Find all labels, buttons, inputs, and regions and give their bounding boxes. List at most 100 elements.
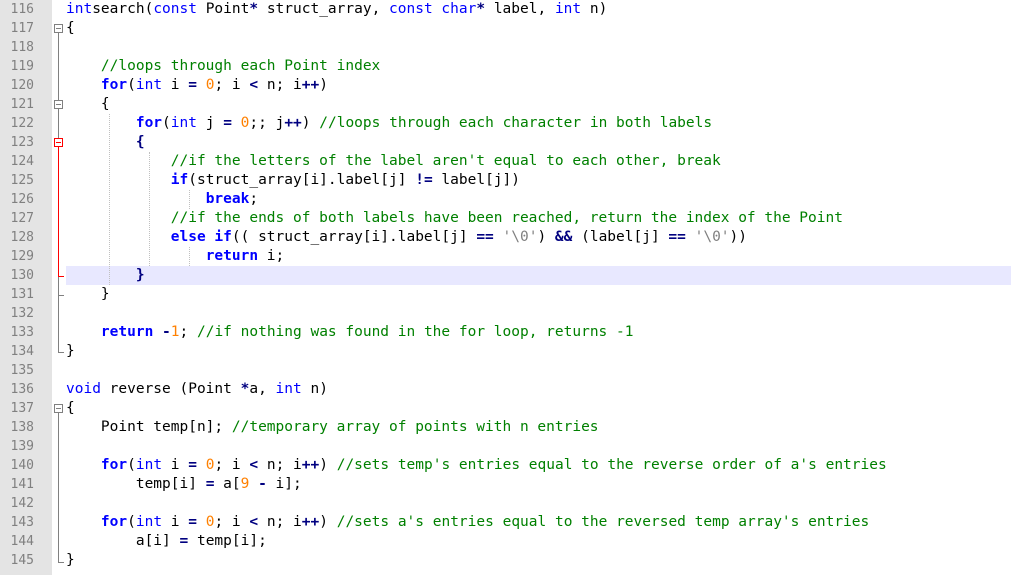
code-text[interactable]: {	[66, 399, 1011, 418]
indent-guide	[189, 247, 190, 266]
code-text[interactable]	[66, 38, 1011, 57]
code-line[interactable]: 125 if(struct_array[i].label[j] != label…	[0, 171, 1011, 190]
code-line[interactable]: 123 {	[0, 133, 1011, 152]
code-text[interactable]	[66, 494, 1011, 513]
fold-collapse-icon-active[interactable]	[54, 138, 63, 147]
code-line[interactable]: 129 return i;	[0, 247, 1011, 266]
code-line[interactable]: 131 }	[0, 285, 1011, 304]
code-text[interactable]: return i;	[66, 247, 1011, 266]
code-text[interactable]: a[i] = temp[i];	[66, 532, 1011, 551]
code-line[interactable]: 130 }	[0, 266, 1011, 285]
indent-guide	[149, 152, 150, 266]
code-text[interactable]: intsearch(const Point* struct_array, con…	[66, 0, 1011, 19]
code-text[interactable]	[66, 304, 1011, 323]
code-token: for	[100, 77, 128, 93]
code-text[interactable]: //loops through each Point index	[66, 57, 1011, 76]
code-text[interactable]	[66, 361, 1011, 380]
code-token: -	[162, 324, 171, 340]
code-line[interactable]: 143 for(int i = 0; i < n; i++) //sets a'…	[0, 513, 1011, 532]
code-line[interactable]: 116 intsearch(const Point* struct_array, …	[0, 0, 1011, 19]
code-line[interactable]: 145}	[0, 551, 1011, 570]
code-line[interactable]: 140 for(int i = 0; i < n; i++) //sets te…	[0, 456, 1011, 475]
code-line[interactable]: 119 //loops through each Point index	[0, 57, 1011, 76]
code-text[interactable]: for(int i = 0; i < n; i++) //sets temp's…	[66, 456, 1011, 475]
code-line[interactable]: 139	[0, 437, 1011, 456]
code-line[interactable]: 118	[0, 38, 1011, 57]
code-line[interactable]: 132	[0, 304, 1011, 323]
code-token: *	[249, 1, 259, 17]
code-token: //loops through each character in both l…	[319, 115, 713, 131]
code-token: =	[223, 115, 232, 131]
code-token: 1	[170, 324, 180, 340]
code-line[interactable]: 133 return -1; //if nothing was found in…	[0, 323, 1011, 342]
code-text[interactable]: //if the ends of both labels have been r…	[66, 209, 1011, 228]
code-line[interactable]: 134}	[0, 342, 1011, 361]
code-token: =	[188, 514, 197, 530]
code-token: ))	[729, 229, 747, 245]
code-text[interactable]: if(struct_array[i].label[j] != label[j])	[66, 171, 1011, 190]
code-text[interactable]: for(int i = 0; i < n; i++)	[66, 76, 1011, 95]
code-token: =	[179, 533, 189, 549]
line-number: 130	[10, 268, 34, 283]
line-number: 135	[10, 363, 34, 378]
code-text[interactable]: //if the letters of the label aren't equ…	[66, 152, 1011, 171]
code-token: label,	[485, 1, 555, 17]
code-line[interactable]: 138 Point temp[n]; //temporary array of …	[0, 418, 1011, 437]
code-text[interactable]: void reverse (Point *a, int n)	[66, 380, 1011, 399]
code-line[interactable]: 136 void reverse (Point *a, int n)	[0, 380, 1011, 399]
code-token: i];	[266, 476, 302, 492]
code-text[interactable]: }	[66, 551, 1011, 570]
code-line[interactable]: 121 {	[0, 95, 1011, 114]
code-text[interactable]: temp[i] = a[9 - i];	[66, 475, 1011, 494]
code-line[interactable]: 124 //if the letters of the label aren't…	[0, 152, 1011, 171]
code-token: ++	[284, 115, 302, 131]
code-line[interactable]: 141 temp[i] = a[9 - i];	[0, 475, 1011, 494]
code-line[interactable]: 142	[0, 494, 1011, 513]
code-token: (	[127, 457, 136, 473]
code-line[interactable]: 126 break;	[0, 190, 1011, 209]
code-token: int	[135, 457, 163, 473]
code-text[interactable]: for(int i = 0; i < n; i++) //sets a's en…	[66, 513, 1011, 532]
code-token: {	[66, 20, 75, 36]
line-number: 116	[10, 2, 34, 17]
fold-collapse-icon[interactable]	[54, 24, 63, 33]
code-line[interactable]: 137 {	[0, 399, 1011, 418]
code-token: ==	[668, 229, 686, 245]
code-text[interactable]: }	[66, 266, 1011, 285]
line-number: 124	[10, 154, 34, 169]
code-line[interactable]: 117 {	[0, 19, 1011, 38]
code-token: int	[170, 115, 197, 131]
code-line[interactable]: 128 else if(( struct_array[i].label[j] =…	[0, 228, 1011, 247]
code-text[interactable]: for(int j = 0;; j++) //loops through eac…	[66, 114, 1011, 133]
code-text[interactable]: return -1; //if nothing was found in the…	[66, 323, 1011, 342]
code-line[interactable]: 120 for(int i = 0; i < n; i++)	[0, 76, 1011, 95]
code-text[interactable]	[66, 437, 1011, 456]
code-text[interactable]: {	[66, 95, 1011, 114]
code-token: &&	[554, 229, 573, 245]
line-number: 128	[10, 230, 34, 245]
code-text[interactable]: {	[66, 133, 1011, 152]
code-text[interactable]: }	[66, 342, 1011, 361]
fold-collapse-icon[interactable]	[54, 404, 63, 413]
code-text[interactable]: }	[66, 285, 1011, 304]
code-text[interactable]: Point temp[n]; //temporary array of poin…	[66, 418, 1011, 437]
code-text[interactable]: else if(( struct_array[i].label[j] == '\…	[66, 228, 1011, 247]
code-line[interactable]: 135	[0, 361, 1011, 380]
code-text[interactable]: break;	[66, 190, 1011, 209]
code-token: a[	[214, 476, 241, 492]
code-editor[interactable]: 116 intsearch(const Point* struct_array, …	[0, 0, 1011, 575]
code-token: (( struct_array[i].label[j]	[231, 229, 477, 245]
indent-guide	[189, 190, 190, 209]
code-line[interactable]: 122 for(int j = 0;; j++) //loops through…	[0, 114, 1011, 133]
code-token: break	[205, 191, 250, 207]
code-text[interactable]: {	[66, 19, 1011, 38]
code-line[interactable]: 144 a[i] = temp[i];	[0, 532, 1011, 551]
code-token: Point	[196, 1, 250, 17]
fold-collapse-icon[interactable]	[54, 100, 63, 109]
code-line[interactable]: 127 //if the ends of both labels have be…	[0, 209, 1011, 228]
